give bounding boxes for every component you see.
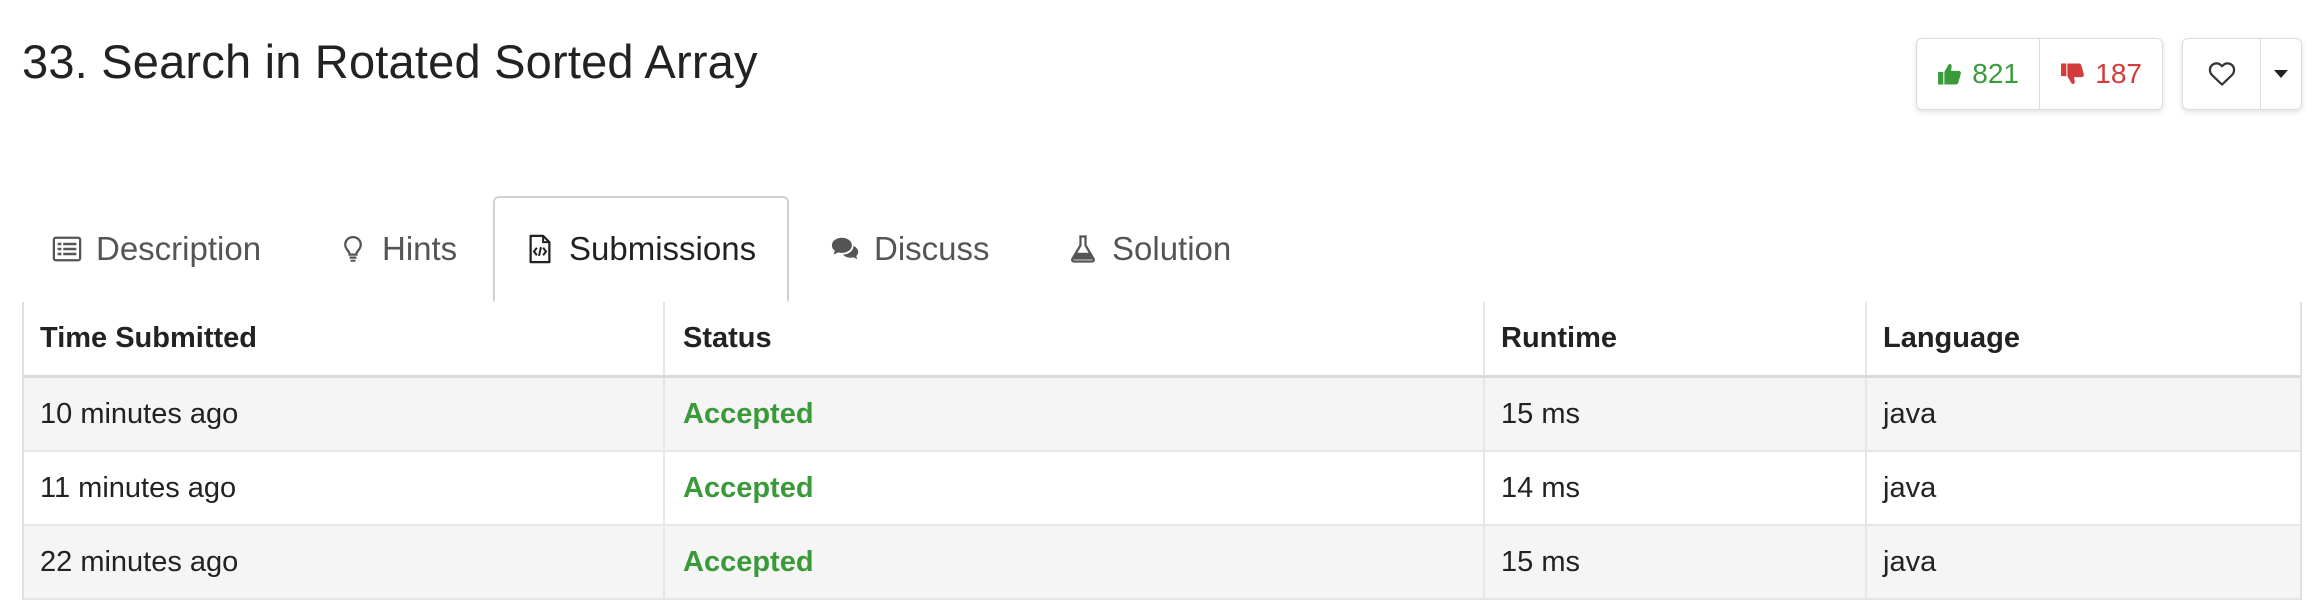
submissions-page: 33. Search in Rotated Sorted Array 821 1… [0,0,2318,600]
flask-icon [1071,235,1095,263]
lightbulb-icon [344,235,362,262]
table-row: 22 minutes ago Accepted 15 ms java [24,526,2300,600]
column-header-runtime[interactable]: Runtime [1485,302,1867,375]
problem-tabs: Description Hints Submissions Discuss So… [22,196,2302,304]
table-row: 10 minutes ago Accepted 15 ms java [24,378,2300,452]
submission-status-link[interactable]: Accepted [683,398,814,431]
submission-time: 11 minutes ago [24,452,665,524]
submission-runtime: 15 ms [1485,378,1867,450]
submission-language: java [1883,471,1937,504]
submission-runtime: 14 ms [1485,452,1867,524]
submission-time: 10 minutes ago [24,378,665,450]
tab-submissions-label: Submissions [569,230,757,267]
tab-hints-label: Hints [382,230,458,267]
thumbs-down-icon [2061,63,2084,85]
submission-status-cell: Accepted [665,452,1485,524]
tab-submissions[interactable]: Submissions [493,196,789,302]
caret-down-icon [2274,70,2288,78]
tab-discuss[interactable]: Discuss [830,196,990,302]
favorite-button[interactable] [2183,39,2261,109]
table-header-row: Time Submitted Status Runtime Language [24,302,2300,378]
submission-runtime: 15 ms [1485,526,1867,598]
table-row: 11 minutes ago Accepted 14 ms java [24,452,2300,526]
submission-status-link[interactable]: Accepted [683,546,814,579]
submission-language: java [1883,397,1937,430]
submission-status-cell: Accepted [665,378,1485,450]
code-file-icon [529,234,551,264]
tab-solution[interactable]: Solution [1068,196,1231,302]
column-header-language[interactable]: Language [1867,302,2300,375]
page-title: 33. Search in Rotated Sorted Array [22,35,758,88]
column-header-status[interactable]: Status [665,302,1485,375]
submissions-table: Time Submitted Status Runtime Language 1… [22,302,2302,600]
more-options-button[interactable] [2261,39,2301,109]
comments-icon [831,237,859,260]
tab-solution-label: Solution [1112,230,1232,267]
dislike-count: 187 [2095,58,2142,89]
tab-discuss-label: Discuss [874,230,990,267]
submission-status-link[interactable]: Accepted [683,472,814,505]
tab-description[interactable]: Description [52,196,261,302]
vote-group: 821 187 [1916,38,2163,110]
column-header-time[interactable]: Time Submitted [24,302,665,375]
submission-status-cell: Accepted [665,526,1485,598]
tab-description-label: Description [96,230,262,267]
heart-icon [2208,62,2235,86]
list-icon [52,236,82,262]
like-count: 821 [1972,58,2019,89]
favorite-group [2182,38,2302,110]
submission-language: java [1883,545,1937,578]
tab-hints[interactable]: Hints [338,196,457,302]
like-button[interactable]: 821 [1917,39,2040,109]
dislike-button[interactable]: 187 [2040,39,2162,109]
submission-time: 22 minutes ago [24,526,665,598]
thumbs-up-icon [1938,63,1961,85]
